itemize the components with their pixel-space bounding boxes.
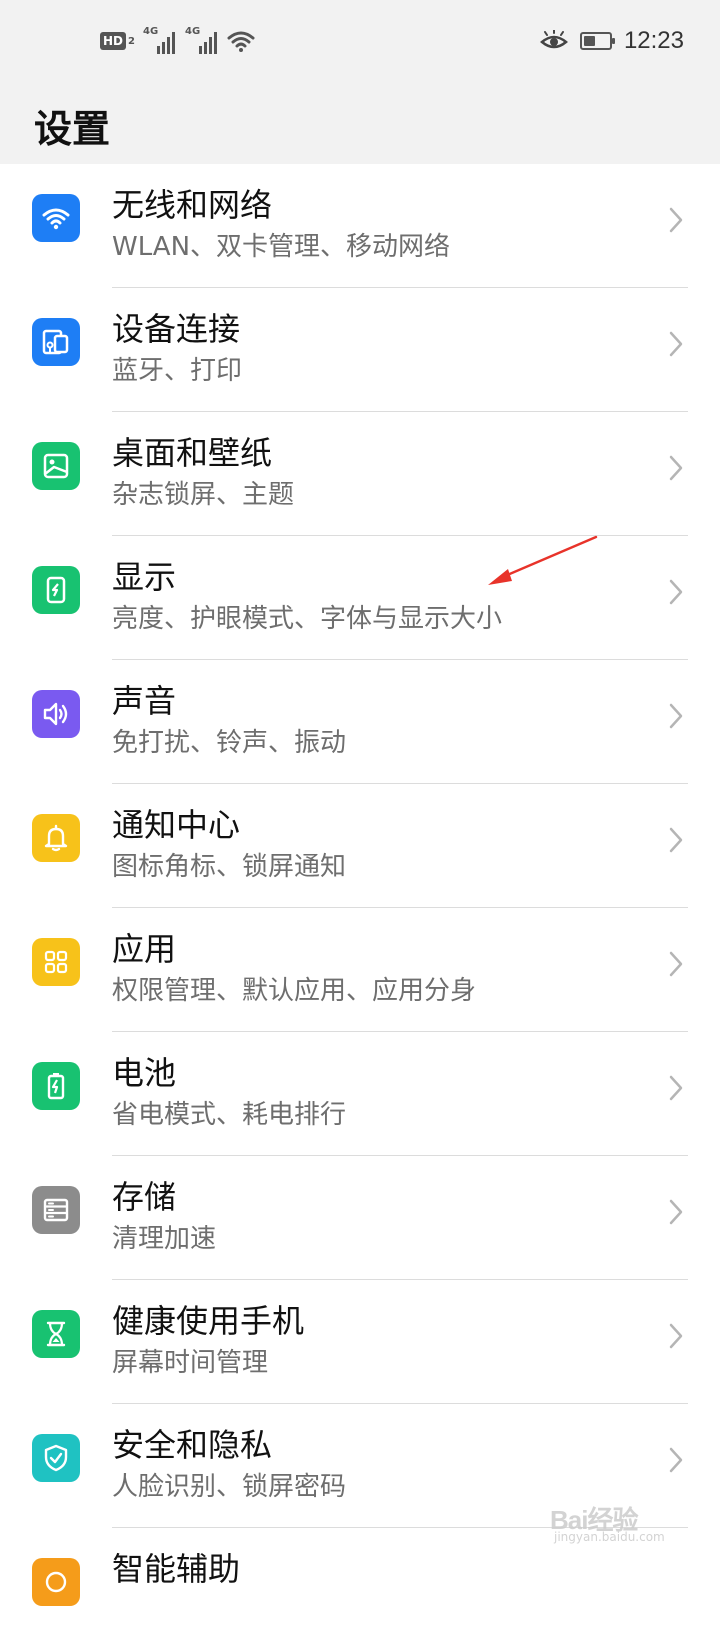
bell-icon xyxy=(32,814,80,862)
settings-item-subtitle: 杂志锁屏、主题 xyxy=(112,480,295,510)
status-bar-right: 12:23 xyxy=(539,24,684,58)
sound-icon xyxy=(32,690,80,738)
chevron-right-icon xyxy=(669,331,683,357)
settings-item-title: 声音 xyxy=(112,682,177,720)
settings-item-sound[interactable]: 声音 免打扰、铃声、振动 xyxy=(0,660,720,784)
signal-icon: 4G xyxy=(184,26,219,54)
settings-item-subtitle: 人脸识别、锁屏密码 xyxy=(112,1472,347,1502)
settings-item-storage[interactable]: 存储 清理加速 xyxy=(0,1156,720,1280)
watermark-url: jingyan.baidu.com xyxy=(554,1530,665,1544)
hd-voice-icon: HD 2 xyxy=(100,32,135,50)
settings-item-title: 应用 xyxy=(112,930,177,968)
settings-item-subtitle: 免打扰、铃声、振动 xyxy=(112,728,347,758)
wifi-icon xyxy=(227,31,255,52)
settings-item-subtitle: 屏幕时间管理 xyxy=(112,1348,269,1378)
status-bar: HD 2 4G 4G 12:23 xyxy=(0,0,720,84)
watermark: Bai经验 jingyan.baidu.com xyxy=(550,1500,680,1546)
settings-item-notifications[interactable]: 通知中心 图标角标、锁屏通知 xyxy=(0,784,720,908)
settings-item-network[interactable]: 无线和网络 WLAN、双卡管理、移动网络 xyxy=(0,164,720,288)
settings-item-subtitle: WLAN、双卡管理、移动网络 xyxy=(112,232,451,262)
sim1-network-label: 4G xyxy=(142,26,159,37)
settings-item-battery[interactable]: 电池 省电模式、耗电排行 xyxy=(0,1032,720,1156)
signal-icon: 4G xyxy=(142,26,177,54)
page-header: 设置 xyxy=(0,84,720,164)
chevron-right-icon xyxy=(669,1323,683,1349)
chevron-right-icon xyxy=(669,703,683,729)
hourglass-icon xyxy=(32,1310,80,1358)
settings-item-digital-balance[interactable]: 健康使用手机 屏幕时间管理 xyxy=(0,1280,720,1404)
hd-sub-label: 2 xyxy=(128,35,135,47)
settings-item-subtitle: 省电模式、耗电排行 xyxy=(112,1100,347,1130)
settings-item-title: 桌面和壁纸 xyxy=(112,434,273,472)
chevron-right-icon xyxy=(669,207,683,233)
settings-item-title: 无线和网络 xyxy=(112,186,273,224)
chevron-right-icon xyxy=(669,827,683,853)
device-connect-icon xyxy=(32,318,80,366)
settings-item-subtitle: 权限管理、默认应用、应用分身 xyxy=(112,976,477,1006)
chevron-right-icon xyxy=(669,579,683,605)
eye-comfort-icon xyxy=(539,30,568,49)
page-title: 设置 xyxy=(34,107,111,151)
settings-item-title: 通知中心 xyxy=(112,806,241,844)
chevron-right-icon xyxy=(669,1075,683,1101)
assist-icon xyxy=(32,1558,80,1606)
settings-item-title: 智能辅助 xyxy=(112,1550,241,1588)
shield-icon xyxy=(32,1434,80,1482)
settings-item-subtitle: 图标角标、锁屏通知 xyxy=(112,852,347,882)
settings-item-title: 健康使用手机 xyxy=(112,1302,305,1340)
storage-icon xyxy=(32,1186,80,1234)
display-icon xyxy=(32,566,80,614)
chevron-right-icon xyxy=(669,1447,683,1473)
chevron-right-icon xyxy=(669,1199,683,1225)
settings-item-title: 电池 xyxy=(112,1054,177,1092)
hd-label: HD xyxy=(100,32,127,50)
wallpaper-icon xyxy=(32,442,80,490)
settings-list: 无线和网络 WLAN、双卡管理、移动网络 设备连接 蓝牙、打印 桌面和壁纸 杂志… xyxy=(0,164,720,1652)
settings-item-title: 存储 xyxy=(112,1178,177,1216)
settings-item-subtitle: 清理加速 xyxy=(112,1224,217,1254)
status-bar-left: HD 2 4G 4G xyxy=(100,26,255,56)
clock: 12:23 xyxy=(623,27,684,54)
sim2-network-label: 4G xyxy=(184,26,201,37)
settings-item-title: 安全和隐私 xyxy=(112,1426,273,1464)
battery-icon xyxy=(579,32,615,50)
settings-item-smart-assist[interactable]: 智能辅助 xyxy=(0,1528,720,1652)
battery-icon xyxy=(32,1062,80,1110)
settings-item-wallpaper[interactable]: 桌面和壁纸 杂志锁屏、主题 xyxy=(0,412,720,536)
settings-item-apps[interactable]: 应用 权限管理、默认应用、应用分身 xyxy=(0,908,720,1032)
settings-item-device-connection[interactable]: 设备连接 蓝牙、打印 xyxy=(0,288,720,412)
settings-item-subtitle: 亮度、护眼模式、字体与显示大小 xyxy=(112,604,503,634)
annotation-arrow xyxy=(488,535,598,585)
settings-item-subtitle: 蓝牙、打印 xyxy=(112,356,243,386)
chevron-right-icon xyxy=(669,951,683,977)
settings-item-display[interactable]: 显示 亮度、护眼模式、字体与显示大小 xyxy=(0,536,720,660)
chevron-right-icon xyxy=(669,455,683,481)
settings-item-title: 设备连接 xyxy=(112,310,241,348)
settings-item-title: 显示 xyxy=(112,558,177,596)
apps-icon xyxy=(32,938,80,986)
wifi-icon xyxy=(32,194,80,242)
